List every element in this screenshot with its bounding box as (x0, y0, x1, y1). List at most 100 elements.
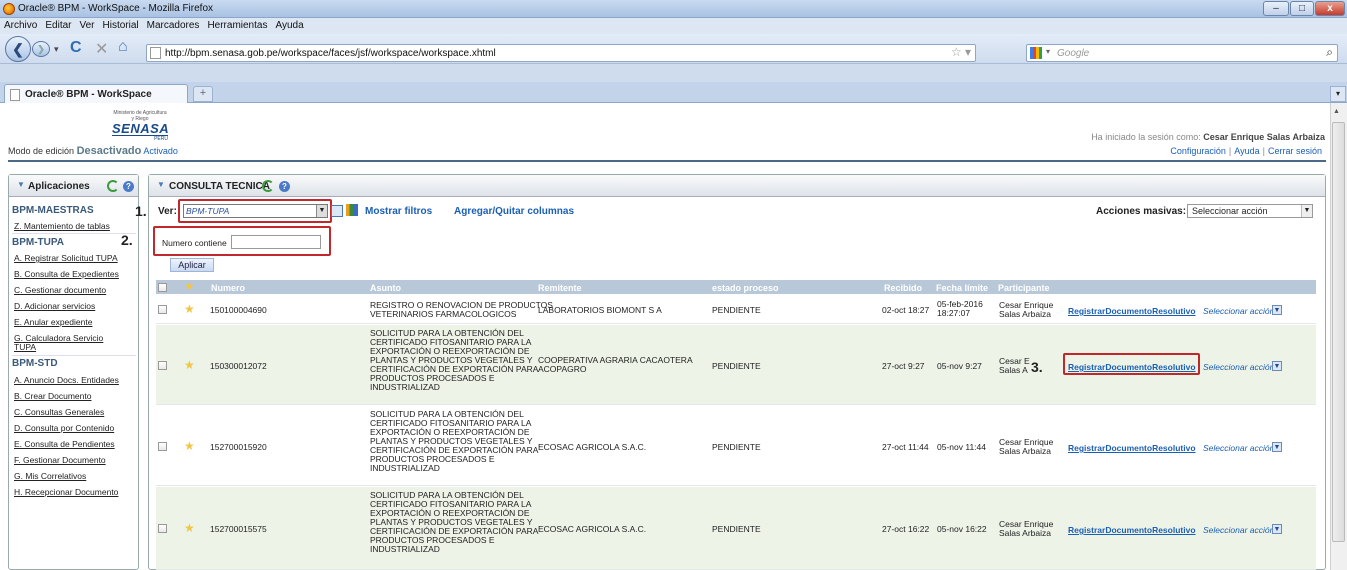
menu-archivo[interactable]: Archivo (0, 18, 41, 31)
chevron-down-icon[interactable]: ▼ (1272, 305, 1282, 315)
seleccionar-accion-link[interactable]: Seleccionar acción (1203, 306, 1274, 316)
select-all-checkbox[interactable] (158, 283, 167, 292)
minimize-button[interactable]: – (1263, 1, 1289, 16)
scrollbar-thumb[interactable] (1332, 122, 1345, 542)
sidebar-item-crear-documento[interactable]: B. Crear Documento (14, 392, 91, 401)
star-icon[interactable]: ★ (184, 522, 195, 534)
col-numero[interactable]: Numero (211, 283, 245, 293)
help-icon[interactable]: ? (123, 181, 134, 192)
sidebar-item-anuncio-docs[interactable]: A. Anuncio Docs. Entidades (14, 376, 119, 385)
agregar-columnas-link[interactable]: Agregar/Quitar columnas (454, 206, 574, 217)
refresh-icon[interactable] (107, 180, 119, 192)
menu-herramientas[interactable]: Herramientas (203, 18, 271, 31)
search-box[interactable]: ▾ Google ⌕ (1026, 44, 1338, 62)
seleccionar-accion-link[interactable]: Seleccionar acción (1203, 443, 1274, 453)
ver-select[interactable]: BPM-TUPA ▼ (183, 204, 328, 218)
sidebar-item-adicionar-servicios[interactable]: D. Adicionar servicios (14, 302, 95, 311)
sidebar-item-anular-expediente[interactable]: E. Anular expediente (14, 318, 92, 327)
row-checkbox[interactable] (158, 524, 167, 533)
configuracion-link[interactable]: Configuración (1167, 146, 1229, 156)
activado-link[interactable]: Activado (143, 146, 178, 156)
sidebar-item-gestionar-documento[interactable]: C. Gestionar documento (14, 286, 106, 295)
seleccionar-accion-link[interactable]: Seleccionar acción (1203, 362, 1274, 372)
row-checkbox[interactable] (158, 442, 167, 451)
sidebar-item-recepcionar-documento[interactable]: H. Recepcionar Documento (14, 488, 118, 497)
logo-brand: SENASA (112, 121, 170, 136)
sidebar-item-consulta-expedientes[interactable]: B. Consulta de Expedientes (14, 270, 119, 279)
col-fecha-limite[interactable]: Fecha límite (936, 283, 988, 293)
chart-icon[interactable] (346, 204, 358, 216)
help-icon[interactable]: ? (279, 181, 290, 192)
page-icon (150, 47, 161, 59)
scroll-up-icon[interactable]: ▲ (1333, 108, 1340, 115)
row-checkbox[interactable] (158, 361, 167, 370)
menu-ver[interactable]: Ver (75, 18, 98, 31)
col-recibido[interactable]: Recibido (884, 283, 922, 293)
acciones-select[interactable]: Seleccionar acción ▼ (1187, 204, 1313, 218)
star-icon[interactable]: ★ (184, 359, 195, 371)
session-user: Cesar Enrique Salas Arbaiza (1203, 132, 1325, 142)
cell-fecha-limite: 05-nov 11:44 (937, 442, 986, 452)
row-checkbox[interactable] (158, 305, 167, 314)
forward-arrow-icon[interactable]: ❯ (32, 41, 50, 57)
registrar-documento-link[interactable]: RegistrarDocumentoResolutivo (1068, 306, 1196, 316)
back-arrow-icon[interactable]: ❮ (5, 36, 31, 62)
cell-participante: Salas A (999, 365, 1028, 375)
sidebar-item-consultas-generales[interactable]: C. Consultas Generales (14, 408, 104, 417)
cell-remitente: LABORATORIOS BIOMONT S A (538, 305, 662, 315)
stop-icon[interactable]: ✕ (95, 39, 108, 59)
close-window-button[interactable]: x (1315, 1, 1345, 16)
cell-estado: PENDIENTE (712, 442, 761, 452)
sidebar-item-consulta-pendientes[interactable]: E. Consulta de Pendientes (14, 440, 115, 449)
menu-historial[interactable]: Historial (99, 18, 143, 31)
browser-tab[interactable]: Oracle® BPM - WorkSpace (4, 84, 188, 103)
col-participante[interactable]: Participante (998, 283, 1050, 293)
cell-numero: 152700015920 (210, 442, 267, 452)
maximize-button[interactable]: □ (1290, 1, 1314, 16)
export-icon[interactable] (331, 205, 343, 217)
seleccionar-accion-link[interactable]: Seleccionar acción (1203, 525, 1274, 535)
bookmark-star-icon[interactable]: ☆ ▾ (951, 45, 971, 59)
url-bar[interactable]: http://bpm.senasa.gob.pe/workspace/faces… (146, 44, 976, 62)
chevron-down-icon[interactable]: ▼ (1301, 205, 1312, 217)
star-icon[interactable]: ★ (184, 303, 195, 315)
registrar-documento-link[interactable]: RegistrarDocumentoResolutivo (1068, 525, 1196, 535)
sidebar-item-registrar-solicitud[interactable]: A. Registrar Solicitud TUPA (14, 254, 118, 263)
home-icon[interactable]: ⌂ (118, 38, 128, 56)
menu-ayuda[interactable]: Ayuda (271, 18, 307, 31)
refresh-icon[interactable] (262, 180, 274, 192)
consulta-header: ▼ CONSULTA TECNICA ? (149, 175, 1325, 197)
ayuda-link[interactable]: Ayuda (1231, 146, 1262, 156)
chevron-down-icon[interactable]: ▼ (316, 205, 327, 217)
registrar-documento-link[interactable]: RegistrarDocumentoResolutivo (1068, 443, 1196, 453)
desactivado-toggle[interactable]: Desactivado (77, 145, 142, 157)
new-tab-button[interactable]: + (193, 86, 213, 102)
tab-list-button[interactable]: ▾ (1330, 86, 1346, 102)
sidebar-item-gestionar-documento-std[interactable]: F. Gestionar Documento (14, 456, 106, 465)
mostrar-filtros-link[interactable]: Mostrar filtros (365, 206, 432, 217)
sidebar-item-calculadora[interactable]: G. Calculadora Servicio TUPA (14, 334, 124, 352)
chevron-down-icon[interactable]: ▼ (1272, 442, 1282, 452)
registrar-documento-link[interactable]: RegistrarDocumentoResolutivo (1068, 362, 1196, 372)
cell-asunto: VETERINARIOS FARMACOLOGICOS (370, 309, 517, 319)
aplicar-button[interactable]: Aplicar (170, 258, 214, 272)
col-remitente[interactable]: Remitente (538, 283, 582, 293)
menu-marcadores[interactable]: Marcadores (143, 18, 204, 31)
search-placeholder: Google (1057, 48, 1090, 59)
chevron-down-icon[interactable]: ▼ (1272, 361, 1282, 371)
collapse-triangle-icon[interactable]: ▼ (17, 180, 25, 189)
collapse-triangle-icon[interactable]: ▼ (157, 180, 165, 189)
cerrar-sesion-link[interactable]: Cerrar sesión (1265, 146, 1325, 156)
sidebar-item-mantenimiento[interactable]: Z. Mantemiento de tablas (14, 222, 110, 231)
sidebar-item-mis-correlativos[interactable]: G. Mis Correlativos (14, 472, 86, 481)
history-dropdown-icon[interactable]: ▾ (54, 44, 59, 55)
star-icon[interactable]: ★ (184, 440, 195, 452)
col-estado[interactable]: estado proceso (712, 283, 779, 293)
search-icon[interactable]: ⌕ (1326, 45, 1333, 60)
col-asunto[interactable]: Asunto (370, 283, 401, 293)
chevron-down-icon[interactable]: ▼ (1272, 524, 1282, 534)
reload-icon[interactable]: C (70, 39, 82, 57)
sidebar-item-consulta-contenido[interactable]: D. Consulta por Contenido (14, 424, 114, 433)
menu-editar[interactable]: Editar (41, 18, 75, 31)
numero-filter-input[interactable] (231, 235, 321, 249)
